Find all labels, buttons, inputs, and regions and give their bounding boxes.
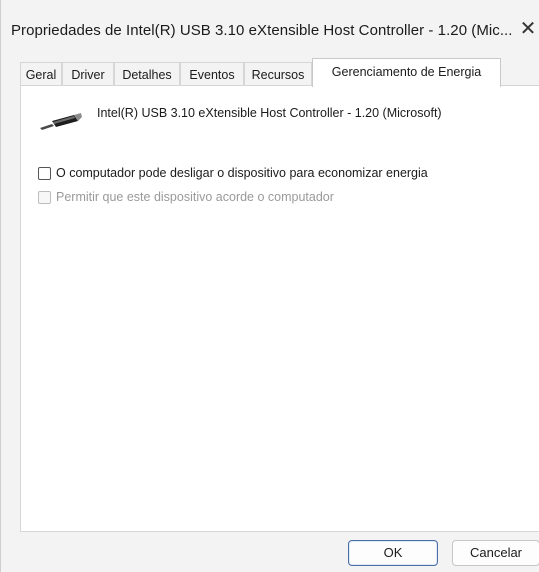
- allow-power-off-option[interactable]: O computador pode desligar o dispositivo…: [38, 164, 428, 182]
- allow-wake-label: Permitir que este dispositivo acorde o c…: [56, 190, 334, 204]
- tab-recursos[interactable]: Recursos: [244, 62, 312, 86]
- button-bar: OK Cancelar: [1, 532, 539, 572]
- device-name: Intel(R) USB 3.10 eXtensible Host Contro…: [97, 106, 442, 120]
- window-title: Propriedades de Intel(R) USB 3.10 eXtens…: [11, 22, 513, 39]
- allow-wake-checkbox: [38, 190, 51, 204]
- tab-content-panel: [20, 85, 539, 532]
- title-bar: Propriedades de Intel(R) USB 3.10 eXtens…: [1, 0, 539, 52]
- tab-gerenciamento-de-energia[interactable]: Gerenciamento de Energia: [312, 58, 501, 87]
- allow-power-off-label[interactable]: O computador pode desligar o dispositivo…: [56, 166, 428, 180]
- cancel-button[interactable]: Cancelar: [452, 540, 539, 566]
- ok-button[interactable]: OK: [348, 540, 438, 566]
- allow-power-off-checkbox[interactable]: [38, 166, 51, 180]
- usb-connector-icon: [40, 113, 82, 130]
- allow-wake-option: Permitir que este dispositivo acorde o c…: [38, 188, 334, 206]
- tab-strip: Geral Driver Detalhes Eventos Recursos G…: [20, 58, 539, 87]
- tab-eventos[interactable]: Eventos: [180, 62, 244, 86]
- tab-driver[interactable]: Driver: [62, 62, 114, 86]
- tab-detalhes[interactable]: Detalhes: [114, 62, 180, 86]
- tab-geral[interactable]: Geral: [20, 62, 62, 86]
- properties-dialog: Propriedades de Intel(R) USB 3.10 eXtens…: [0, 0, 539, 572]
- close-icon[interactable]: ✕: [516, 14, 539, 44]
